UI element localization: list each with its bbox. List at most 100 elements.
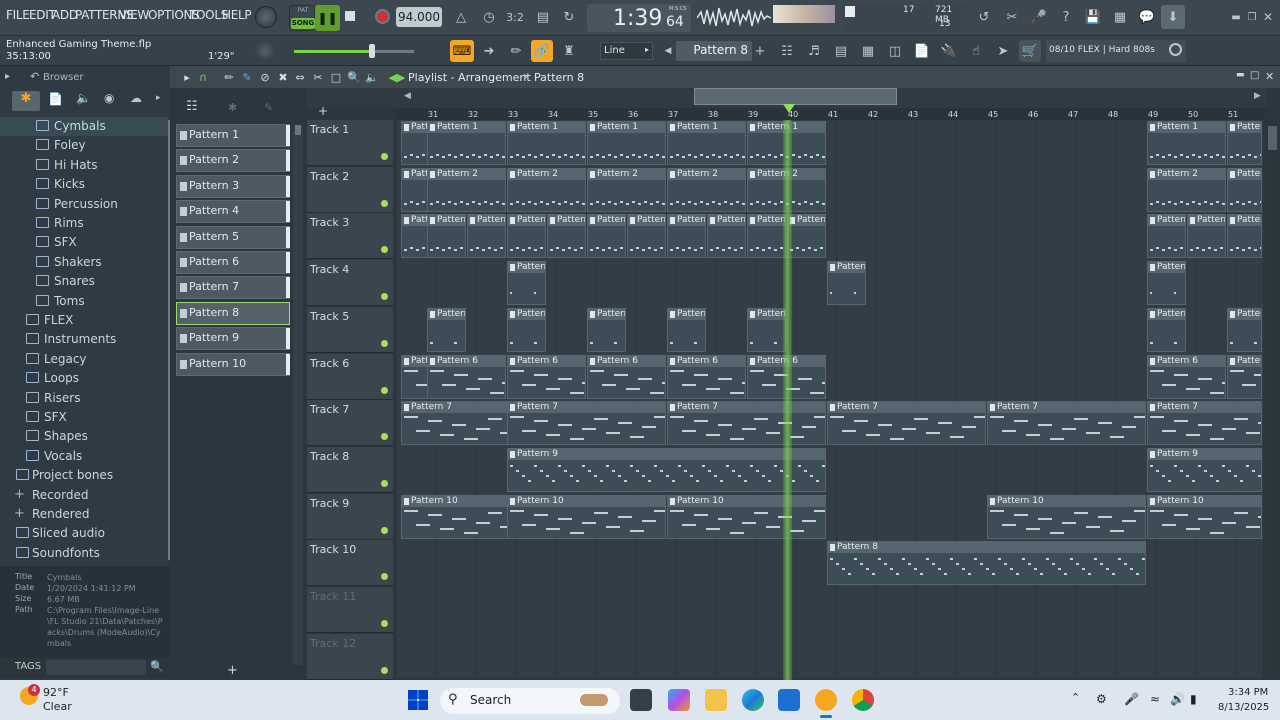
- snap-selector[interactable]: Line ▸: [600, 42, 653, 60]
- pattern-clip[interactable]: Pattern 2: [587, 167, 666, 212]
- pattern-clip[interactable]: Pattern 1: [1227, 121, 1262, 165]
- playlist-scroll-thumb[interactable]: [1268, 126, 1277, 150]
- track-header[interactable]: Track 2: [307, 166, 393, 213]
- pattern-clip[interactable]: Pattern 6: [1147, 354, 1226, 399]
- pattern-clip[interactable]: Pattern 6: [507, 354, 586, 399]
- cut-icon[interactable]: ✂: [1001, 6, 1023, 28]
- browser-item[interactable]: Kicks: [0, 175, 168, 194]
- track-active-dot[interactable]: [381, 620, 388, 627]
- tray-volume-icon[interactable]: 🔊: [1170, 692, 1185, 706]
- pattern-clip[interactable]: Pattern 4: [1147, 261, 1186, 306]
- track-active-dot[interactable]: [381, 199, 388, 207]
- browser-current-project-tab[interactable]: 📄: [48, 92, 63, 106]
- track-header[interactable]: Track 12: [307, 633, 393, 680]
- paint-tool-icon[interactable]: ✎: [240, 70, 254, 84]
- pattern-clip[interactable]: Pattern 2: [667, 167, 746, 212]
- track-header[interactable]: Track 8: [307, 446, 393, 493]
- record-button[interactable]: [375, 9, 390, 24]
- pattern-piano-icon[interactable]: ☷: [186, 99, 198, 114]
- browser-item[interactable]: Hi Hats: [0, 156, 168, 175]
- task-view-icon[interactable]: [630, 689, 652, 711]
- browser-back-icon[interactable]: ↶: [30, 70, 39, 83]
- cart-icon[interactable]: 🛒: [1019, 40, 1041, 62]
- save-icon[interactable]: 💾: [1082, 6, 1104, 28]
- browser-item[interactable]: Shakers: [0, 253, 168, 272]
- timeline-scroll-thumb[interactable]: [694, 88, 897, 105]
- plugin-picker-icon[interactable]: ◫: [884, 40, 906, 62]
- browser-item[interactable]: Risers: [0, 389, 168, 408]
- plugin-icon[interactable]: 🔌: [938, 40, 960, 62]
- countdown-icon[interactable]: 3:2: [504, 6, 526, 28]
- timeline-scroll-right-icon[interactable]: ▶: [1254, 91, 1261, 101]
- slice-tool-icon[interactable]: ✂: [311, 70, 325, 84]
- pattern-clip[interactable]: Pattern 10: [667, 494, 826, 539]
- pattern-clip[interactable]: Pattern 6: [667, 354, 746, 399]
- track-active-dot[interactable]: [381, 433, 388, 441]
- file-explorer-icon[interactable]: [705, 689, 727, 711]
- browser-item[interactable]: Shapes: [0, 427, 168, 446]
- add-timeline-marker-icon[interactable]: +: [318, 104, 328, 118]
- search-icon[interactable]: 🔍: [150, 660, 164, 673]
- pattern-clip[interactable]: Pattern 7: [401, 401, 508, 446]
- mixer-icon[interactable]: ▦: [1109, 6, 1131, 28]
- timeline-scroll-left-icon[interactable]: ◀: [404, 91, 411, 101]
- pattern-clip[interactable]: Pattern 3: [787, 214, 826, 259]
- pattern-clip[interactable]: Pattern 8: [827, 541, 1146, 586]
- track-active-dot[interactable]: [381, 293, 388, 301]
- menu-view[interactable]: VIEW: [119, 8, 149, 22]
- slip-tool-icon[interactable]: ⇔: [293, 70, 307, 84]
- pattern-clip[interactable]: Pattern 6: [427, 354, 506, 399]
- pattern-clip[interactable]: Pattern 3: [587, 214, 626, 259]
- tags-input[interactable]: [46, 660, 146, 675]
- track-active-dot[interactable]: [381, 479, 388, 487]
- close-icon[interactable]: ✕: [1257, 6, 1279, 28]
- windows-start-icon[interactable]: [408, 690, 428, 710]
- power-icon[interactable]: [1169, 43, 1182, 56]
- pattern-list-scroll-thumb[interactable]: [295, 125, 301, 135]
- pattern-clip[interactable]: Pattern 7: [667, 401, 826, 446]
- tempo-display[interactable]: 94.000: [396, 7, 442, 27]
- help-icon[interactable]: ?: [1055, 6, 1077, 28]
- pattern-clip[interactable]: Pattern 1: [401, 121, 428, 165]
- pattern-clip[interactable]: Pattern 3: [707, 214, 746, 259]
- tray-security-icon[interactable]: ⚙: [1096, 692, 1107, 706]
- pattern-clip[interactable]: Pattern 3: [1187, 214, 1226, 259]
- pattern-clip[interactable]: Pattern 9: [507, 447, 826, 492]
- pattern-clip[interactable]: Pattern 5: [667, 307, 706, 352]
- pattern-clip[interactable]: Pattern 2: [427, 167, 506, 212]
- pattern-clip[interactable]: Pattern 7: [827, 401, 986, 446]
- pattern-clip[interactable]: Pattern 3: [427, 214, 466, 259]
- pattern-clip[interactable]: Pattern 3: [1147, 214, 1186, 259]
- browser-plugin-tab[interactable]: ◉: [104, 91, 114, 105]
- link-icon[interactable]: 🔗: [531, 40, 553, 62]
- pattern-item[interactable]: Pattern 1: [176, 124, 290, 147]
- pattern-clip[interactable]: Pattern 6: [401, 354, 428, 399]
- pattern-clip[interactable]: Pattern 1: [427, 121, 506, 165]
- pattern-clip[interactable]: Pattern 1: [667, 121, 746, 165]
- pattern-clip[interactable]: Pattern 5: [747, 307, 786, 352]
- track-active-dot[interactable]: [381, 573, 388, 581]
- track-header[interactable]: Track 4: [307, 260, 393, 307]
- arrow-right-icon[interactable]: ➜: [478, 40, 500, 62]
- browser-item[interactable]: SFX: [0, 408, 168, 427]
- pattern-clip[interactable]: Pattern 3: [467, 214, 506, 259]
- tray-wifi-icon[interactable]: ≈: [1150, 692, 1160, 706]
- menu-add[interactable]: ADD: [52, 8, 78, 22]
- playlist-vertical-scrollbar[interactable]: [1265, 120, 1280, 678]
- pattern-clip[interactable]: Pattern 3: [747, 214, 786, 259]
- song-time-display[interactable]: 1:39 M:S:CS 64: [587, 4, 691, 32]
- store-icon[interactable]: [778, 689, 800, 711]
- track-header[interactable]: Track 7: [307, 400, 393, 447]
- touch-icon[interactable]: ☝: [965, 40, 987, 62]
- song-pat-switch[interactable]: PAT SONG: [289, 5, 315, 31]
- step-edit-icon[interactable]: ▤: [532, 6, 554, 28]
- wait-input-icon[interactable]: ◷: [478, 6, 500, 28]
- track-header[interactable]: Track 5: [307, 306, 393, 353]
- browser-speaker-tab[interactable]: 🔈: [76, 91, 91, 105]
- chrome-icon[interactable]: [852, 689, 874, 711]
- fl-studio-taskbar-icon[interactable]: [815, 689, 837, 711]
- playlist-icon[interactable]: ☷: [776, 40, 798, 62]
- mute-tool-icon[interactable]: ✖: [276, 70, 290, 84]
- stop-button[interactable]: [345, 11, 355, 21]
- pattern-prev-icon[interactable]: ◀: [662, 40, 674, 62]
